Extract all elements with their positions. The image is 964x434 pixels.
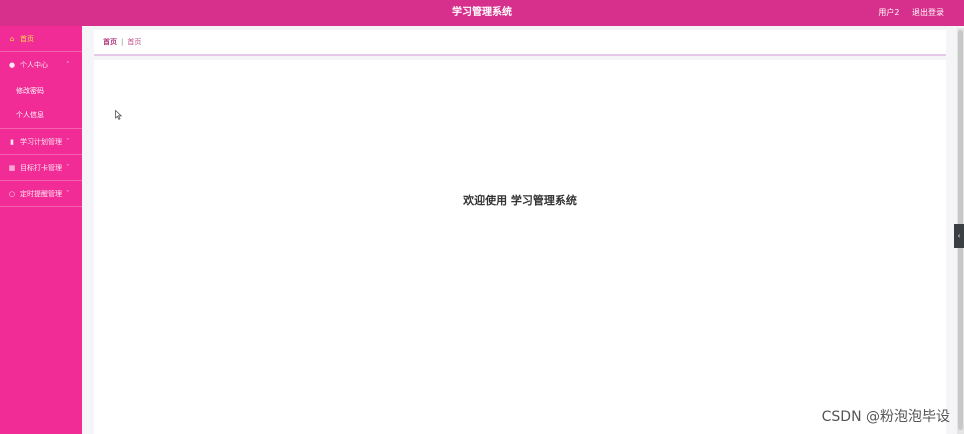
- chevron-down-icon: ˇ: [66, 138, 70, 146]
- home-icon: ⌂: [9, 35, 15, 43]
- user-icon: ●: [8, 61, 16, 69]
- app-title: 学习管理系统: [452, 7, 512, 18]
- sidebar-item-home[interactable]: ⌂ 首页: [0, 26, 82, 52]
- breadcrumb: 首页 | 首页: [103, 30, 141, 54]
- breadcrumb-bar: 首页 | 首页: [94, 30, 946, 56]
- main-panel: 欢迎使用 学习管理系统: [94, 60, 946, 434]
- breadcrumb-current: 首页: [127, 38, 142, 46]
- breadcrumb-home[interactable]: 首页: [103, 38, 117, 46]
- welcome-message: 欢迎使用 学习管理系统: [463, 194, 577, 207]
- sidebar-item-label: 目标打卡管理: [20, 164, 62, 172]
- sidebar-item-study-plan[interactable]: ▮ 学习计划管理 ˇ: [0, 129, 82, 155]
- sidebar-submenu: 修改密码 个人信息: [0, 78, 82, 129]
- sidebar: ⌂ 首页 ● 个人中心 ˆ 修改密码 个人信息 ▮ 学习计划管理 ˇ ▦ 目标打卡管理 …: [0, 26, 82, 434]
- top-bar: 学习管理系统 用户2 退出登录: [0, 0, 964, 26]
- sidebar-item-label: 定时提醒管理: [20, 190, 62, 198]
- chevron-down-icon: ˇ: [66, 190, 70, 198]
- mouse-cursor-icon: [115, 110, 122, 120]
- sidebar-item-label: 首页: [20, 35, 34, 43]
- clock-icon: ○: [8, 190, 16, 198]
- sidebar-item-personal-center[interactable]: ● 个人中心 ˆ: [0, 52, 82, 78]
- chevron-up-icon: ˆ: [66, 61, 70, 69]
- logout-link[interactable]: 退出登录: [912, 8, 944, 17]
- sidebar-item-label: 学习计划管理: [20, 138, 62, 146]
- chevron-down-icon: ˇ: [66, 164, 70, 172]
- watermark: CSDN @粉泡泡毕设: [821, 409, 950, 425]
- sidebar-subitem-profile[interactable]: 个人信息: [0, 103, 82, 127]
- side-panel-toggle[interactable]: ‹: [954, 224, 964, 248]
- username-label[interactable]: 用户2: [878, 8, 899, 17]
- sidebar-item-label: 个人中心: [20, 61, 48, 69]
- top-right-links: 用户2 退出登录: [868, 0, 944, 26]
- sidebar-item-goal-checkin[interactable]: ▦ 目标打卡管理 ˇ: [0, 155, 82, 181]
- chevron-left-icon: ‹: [957, 232, 961, 240]
- grid-chart-icon: ▦: [8, 164, 16, 172]
- bar-chart-icon: ▮: [10, 138, 14, 146]
- content-area: 首页 | 首页 欢迎使用 学习管理系统: [82, 26, 964, 434]
- breadcrumb-separator: |: [121, 38, 124, 46]
- sidebar-subitem-change-password[interactable]: 修改密码: [0, 79, 82, 103]
- sidebar-item-reminder[interactable]: ○ 定时提醒管理 ˇ: [0, 181, 82, 207]
